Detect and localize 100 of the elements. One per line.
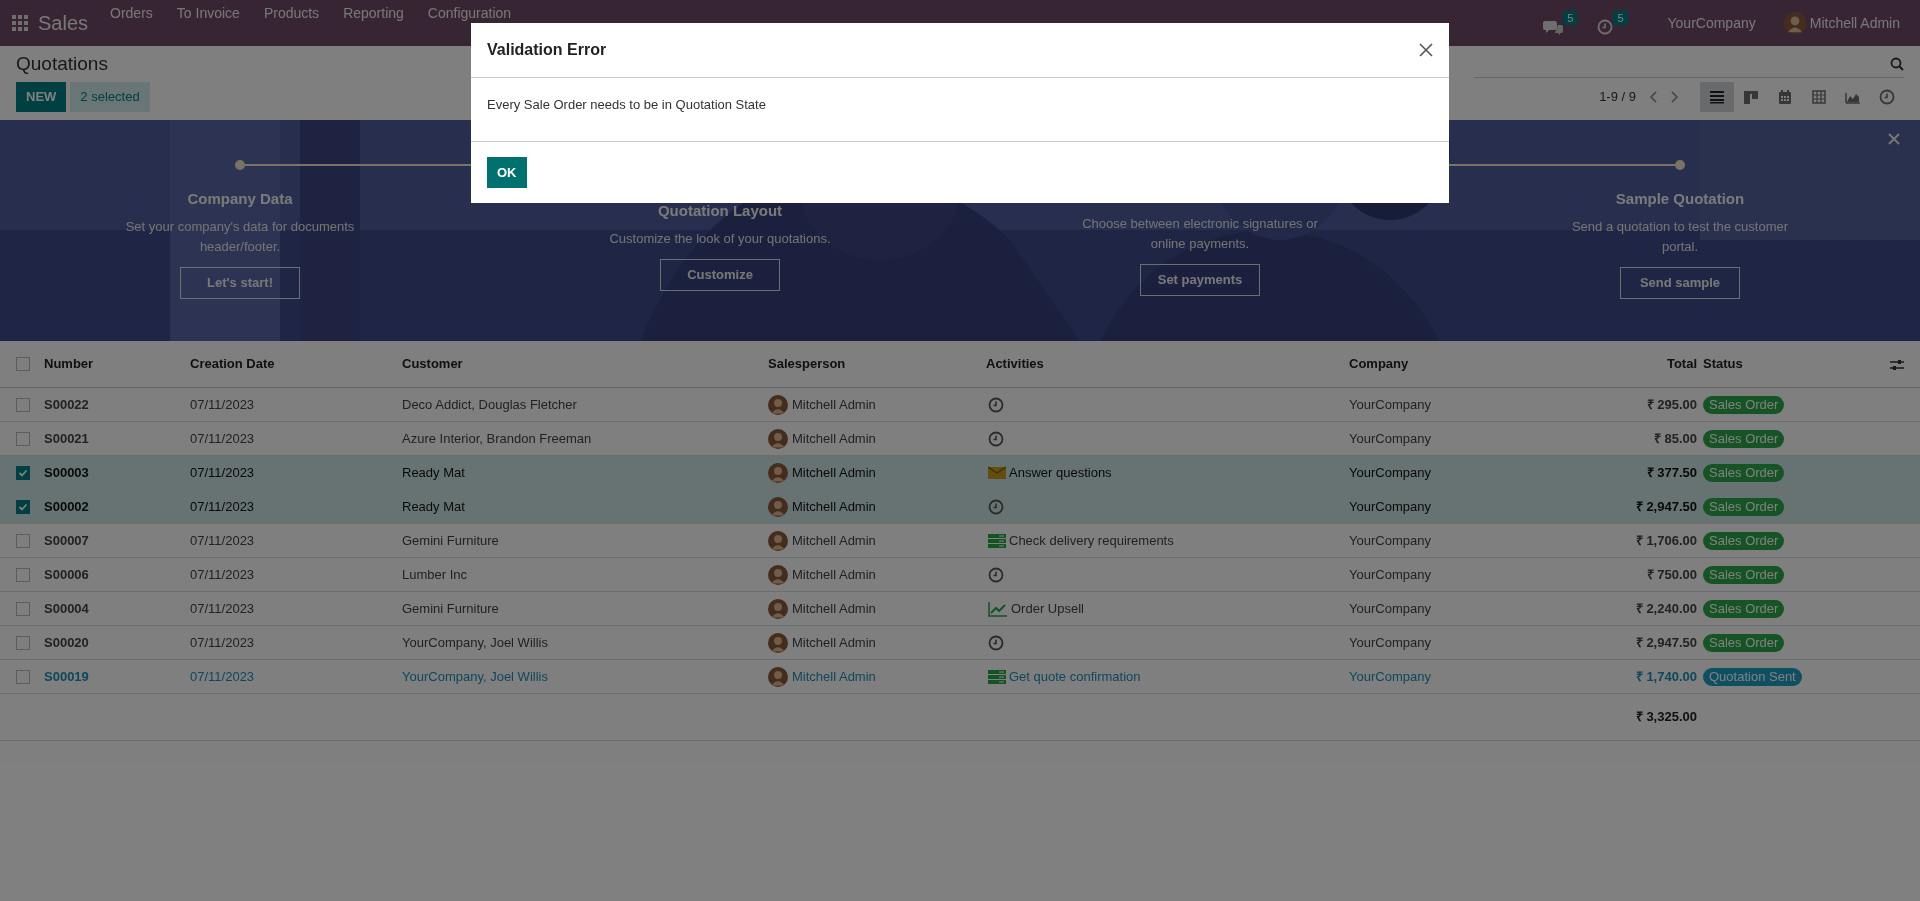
status-badge: Sales Order: [1703, 429, 1785, 448]
check-icon: [18, 467, 28, 478]
chevron-left-icon[interactable]: [1648, 90, 1658, 104]
status-badge: Quotation Sent: [1703, 667, 1802, 686]
table-cell-text: S00020: [44, 633, 90, 652]
activity-label[interactable]: Answer questions: [1009, 462, 1112, 483]
apps-menu-icon[interactable]: [12, 15, 28, 31]
checkbox[interactable]: [16, 635, 30, 650]
table-cell-text: YourCompany: [1349, 429, 1432, 448]
column-header[interactable]: Creation Date: [190, 354, 402, 374]
avatar-icon: [768, 428, 788, 449]
table-cell-text: Mitchell Admin: [792, 395, 876, 414]
activity-label[interactable]: Check delivery requirements: [1009, 530, 1174, 551]
clock-icon[interactable]: [988, 634, 1004, 651]
close-icon[interactable]: [1419, 43, 1433, 57]
activity-label[interactable]: Order Upsell: [1011, 598, 1084, 619]
checkbox[interactable]: [16, 567, 30, 582]
step-title: Quotation Layout: [657, 201, 783, 221]
table-cell-text: YourCompany: [1349, 497, 1432, 516]
avatar-icon: [1783, 12, 1806, 34]
search-icon: [1890, 56, 1904, 71]
checkbox[interactable]: [16, 465, 30, 480]
table-cell-text: ₹ 750.00: [1645, 565, 1697, 584]
column-header[interactable]: Salesperson: [768, 354, 986, 374]
column-header[interactable]: Company: [1349, 354, 1549, 374]
messages-button[interactable]: 5: [1543, 9, 1578, 37]
kanban-view-icon: [1743, 89, 1759, 105]
dialog-message: Every Sale Order needs to be in Quotation State: [487, 96, 767, 114]
pager-value[interactable]: 1-9 / 9: [1599, 87, 1636, 107]
envelope-icon[interactable]: [988, 465, 1006, 480]
column-header[interactable]: Number: [44, 354, 190, 374]
checkbox[interactable]: [16, 601, 30, 616]
checkbox[interactable]: [16, 357, 30, 371]
table-cell-text: YourCompany, Joel Willis: [402, 633, 549, 652]
step-button[interactable]: Let's start!: [180, 266, 300, 299]
table-cell-text: S00006: [44, 565, 90, 584]
new-button[interactable]: NEW: [16, 82, 67, 112]
table-cell-text: Mitchell Admin: [792, 531, 876, 550]
avatar-icon: [768, 462, 788, 483]
table-cell-text: ₹ 2,947.50: [1634, 497, 1697, 516]
avatar-icon: [768, 632, 788, 653]
clock-icon[interactable]: [988, 430, 1004, 447]
checkbox[interactable]: [16, 499, 30, 514]
task-list-icon[interactable]: [988, 533, 1006, 548]
activity-label[interactable]: Get quote confirmation: [1009, 666, 1141, 687]
status-badge: Sales Order: [1703, 531, 1785, 550]
table-cell-text: Azure Interior, Brandon Freeman: [402, 429, 593, 448]
table-cell-text: Mitchell Admin: [792, 633, 876, 652]
step-description: Customize the look of your quotations.: [608, 229, 832, 248]
clock-icon[interactable]: [988, 498, 1004, 515]
table-cell-text: Ready Mat: [402, 497, 466, 516]
check-icon: [18, 501, 28, 512]
column-header[interactable]: Total: [1549, 354, 1697, 374]
clock-icon[interactable]: [988, 566, 1004, 583]
step-button[interactable]: Set payments: [1140, 264, 1260, 296]
table-cell-text: Lumber Inc: [402, 565, 469, 584]
column-header[interactable]: Customer: [402, 354, 768, 374]
checkbox[interactable]: [16, 533, 30, 548]
menu-item[interactable]: Configuration: [415, 5, 524, 21]
table-cell-text: 07/11/2023: [190, 565, 256, 584]
page-title: Quotations: [16, 51, 108, 76]
dialog-title: Validation Error: [487, 40, 607, 60]
table-cell-text: S00019: [44, 667, 90, 686]
table-cell-text: 07/11/2023: [190, 497, 256, 516]
view-switch-button[interactable]: [1700, 82, 1734, 112]
column-header[interactable]: Status: [1697, 354, 1920, 374]
checkbox[interactable]: [16, 669, 30, 684]
table-cell-text: 07/11/2023: [190, 531, 256, 550]
status-badge: Sales Order: [1703, 497, 1785, 516]
line-chart-icon[interactable]: [988, 600, 1008, 617]
step-button[interactable]: Send sample: [1620, 266, 1740, 299]
avatar-icon: [768, 496, 788, 517]
table-cell-text: Mitchell Admin: [792, 497, 876, 516]
column-header[interactable]: Activities: [986, 354, 1349, 374]
chevron-right-icon[interactable]: [1670, 90, 1680, 104]
checkbox[interactable]: [16, 431, 30, 446]
activities-button[interactable]: 5: [1597, 9, 1628, 37]
table-cell-text: 07/11/2023: [190, 429, 256, 448]
table-cell-text: Ready Mat: [402, 463, 466, 482]
menu-item[interactable]: Orders: [98, 5, 165, 21]
table-cell-text: ₹ 295.00: [1645, 395, 1697, 414]
ok-button[interactable]: OK: [487, 157, 527, 188]
clock-icon[interactable]: [988, 396, 1004, 413]
menu-item[interactable]: To Invoice: [164, 5, 252, 21]
clock-icon: [1597, 19, 1614, 35]
task-list-icon[interactable]: [988, 669, 1006, 684]
table-cell-text: YourCompany: [1349, 395, 1432, 414]
menu-item[interactable]: Reporting: [331, 5, 416, 21]
table-cell-text: YourCompany: [1349, 667, 1432, 686]
company-switcher[interactable]: YourCompany: [1667, 12, 1756, 34]
avatar-icon: [768, 530, 788, 551]
user-menu[interactable]: Mitchell Admin: [1809, 12, 1900, 34]
sliders-icon[interactable]: [1890, 359, 1904, 371]
table-cell-text: ₹ 2,240.00: [1634, 599, 1697, 618]
step-button[interactable]: Customize: [660, 258, 780, 291]
app-name[interactable]: Sales: [38, 8, 89, 38]
table-cell-text: YourCompany: [1349, 463, 1432, 482]
checkbox[interactable]: [16, 397, 30, 412]
menu-item[interactable]: Products: [251, 5, 332, 21]
table-cell-text: ₹ 1,706.00: [1634, 531, 1697, 550]
